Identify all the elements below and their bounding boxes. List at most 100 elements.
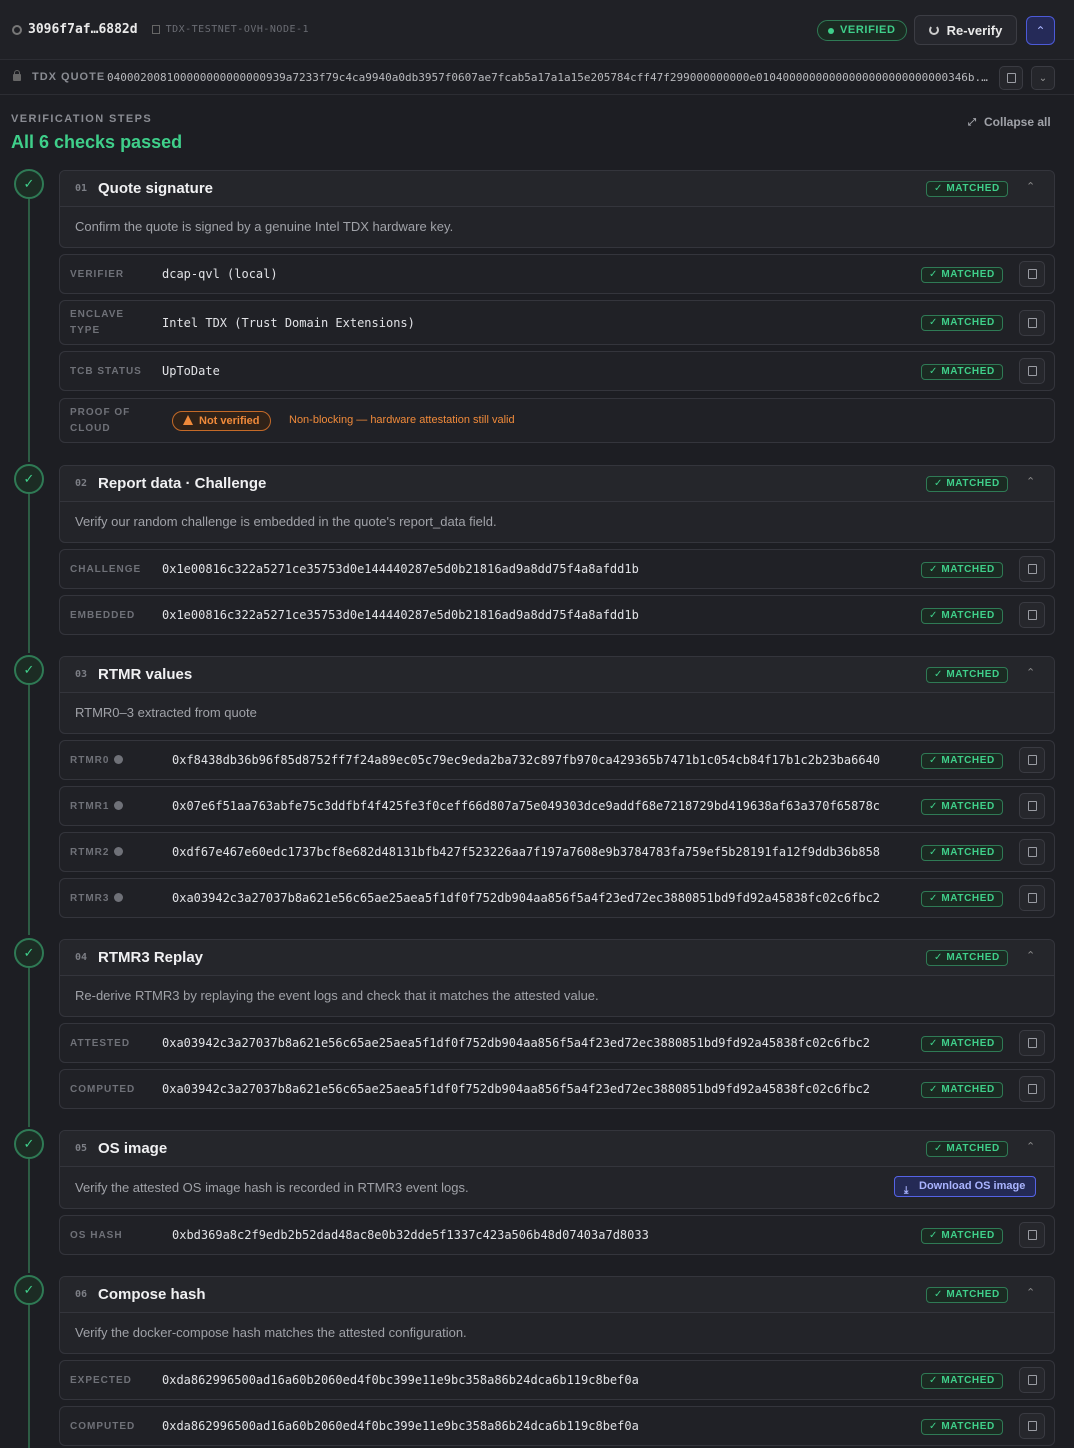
field-label: EXPECTED bbox=[70, 1375, 132, 1386]
matched-badge: ✓ MATCHED bbox=[921, 799, 1003, 815]
node-name: TDX-TESTNET-OVH-NODE-1 bbox=[165, 24, 310, 35]
copy-icon bbox=[1027, 1038, 1037, 1048]
matched-badge: ✓ MATCHED bbox=[926, 476, 1008, 492]
field-value: 0x1e00816c322a5271ce35753d0e144440287e5d… bbox=[162, 562, 639, 576]
field-value: UpToDate bbox=[162, 364, 220, 378]
chevron-up-icon[interactable]: ⌃ bbox=[1026, 666, 1038, 680]
copy-button[interactable] bbox=[1019, 793, 1045, 819]
not-verified-pill: Not verified bbox=[172, 411, 271, 431]
info-icon[interactable] bbox=[114, 893, 124, 902]
step-number: 02 bbox=[75, 478, 88, 489]
copy-button[interactable] bbox=[1019, 1030, 1045, 1056]
field-row-os-hash: OS HASH 0xbd369a8c2f9edb2b52dad48ac8e0b3… bbox=[59, 1215, 1055, 1255]
copy-button[interactable] bbox=[1019, 1222, 1045, 1248]
copy-button[interactable] bbox=[1019, 261, 1045, 287]
warning-icon bbox=[183, 415, 193, 425]
copy-button[interactable] bbox=[1019, 602, 1045, 628]
copy-icon bbox=[1027, 755, 1037, 765]
step-header[interactable]: 06 Compose hash ✓ MATCHED ⌃ bbox=[60, 1277, 1054, 1313]
copy-button[interactable] bbox=[1019, 1413, 1045, 1439]
rtmr-label: RTMR0 bbox=[70, 755, 110, 766]
field-value: 0xa03942c3a27037b8a621e56c65ae25aea5f1df… bbox=[172, 891, 881, 905]
chevron-up-icon[interactable]: ⌃ bbox=[1026, 1286, 1038, 1300]
reverify-button[interactable]: Re-verify bbox=[914, 15, 1017, 45]
matched-badge: ✓ MATCHED bbox=[926, 950, 1008, 966]
field-row-rtmr0: RTMR0 0xf8438db36b96f85d8752ff7f24a89ec0… bbox=[59, 740, 1055, 780]
info-icon[interactable] bbox=[114, 847, 124, 856]
verified-badge: VERIFIED bbox=[817, 20, 907, 41]
field-value: 0xa03942c3a27037b8a621e56c65ae25aea5f1df… bbox=[162, 1036, 871, 1050]
field-value: 0xbd369a8c2f9edb2b52dad48ac8e0b32dde5f13… bbox=[172, 1228, 649, 1242]
field-label: ENCLAVE TYPE bbox=[70, 309, 125, 336]
copy-icon bbox=[1027, 564, 1037, 574]
field-value: 0x1e00816c322a5271ce35753d0e144440287e5d… bbox=[162, 608, 639, 622]
step-title: RTMR3 Replay bbox=[98, 949, 204, 966]
field-label: TCB STATUS bbox=[70, 366, 142, 377]
matched-badge: ✓ MATCHED bbox=[926, 1141, 1008, 1157]
copy-icon bbox=[1027, 269, 1037, 279]
field-label: EMBEDDED bbox=[70, 610, 136, 621]
timeline-connector bbox=[28, 1305, 30, 1448]
step-header[interactable]: 02 Report data · Challenge ✓ MATCHED ⌃ bbox=[60, 466, 1054, 502]
copy-button[interactable] bbox=[1019, 310, 1045, 336]
copy-button[interactable] bbox=[1019, 839, 1045, 865]
matched-badge: ✓ MATCHED bbox=[921, 562, 1003, 578]
chevron-up-icon: ⌃ bbox=[1035, 23, 1046, 38]
collapse-all-button[interactable]: ⤢ Collapse all bbox=[968, 115, 1051, 129]
chevron-up-icon[interactable]: ⌃ bbox=[1026, 1140, 1038, 1154]
info-icon[interactable] bbox=[114, 755, 124, 764]
download-os-image-button[interactable]: ⤓ Download OS image bbox=[894, 1176, 1037, 1197]
matched-badge: ✓ MATCHED bbox=[926, 181, 1008, 197]
chevron-up-icon[interactable]: ⌃ bbox=[1026, 180, 1038, 194]
not-verified-label: Not verified bbox=[199, 415, 260, 427]
matched-badge: ✓ MATCHED bbox=[921, 608, 1003, 624]
step-title: Report data · Challenge bbox=[98, 475, 267, 492]
proof-note: Non-blocking — hardware attestation stil… bbox=[289, 414, 515, 426]
step-title: Quote signature bbox=[98, 180, 214, 197]
field-label: RTMR0 bbox=[70, 753, 124, 769]
step-header[interactable]: 04 RTMR3 Replay ✓ MATCHED ⌃ bbox=[60, 940, 1054, 976]
download-icon: ⤓ bbox=[904, 1185, 909, 1196]
copy-button[interactable] bbox=[1019, 358, 1045, 384]
copy-quote-button[interactable] bbox=[999, 66, 1023, 90]
expand-quote-button[interactable]: ⌄ bbox=[1031, 66, 1055, 90]
step-check-icon: ✓ bbox=[14, 655, 44, 685]
field-row-rtmr1: RTMR1 0x07e6f51aa763abfe75c3ddfbf4f425fe… bbox=[59, 786, 1055, 826]
collapse-panel-button[interactable]: ⌃ bbox=[1026, 16, 1055, 45]
lock-icon bbox=[13, 70, 21, 81]
copy-button[interactable] bbox=[1019, 1076, 1045, 1102]
chevron-up-icon[interactable]: ⌃ bbox=[1026, 949, 1038, 963]
field-row-expected: EXPECTED 0xda862996500ad16a60b2060ed4f0b… bbox=[59, 1360, 1055, 1400]
field-label: RTMR1 bbox=[70, 799, 124, 815]
step-header[interactable]: 05 OS image ✓ MATCHED ⌃ bbox=[60, 1131, 1054, 1167]
copy-button[interactable] bbox=[1019, 556, 1045, 582]
step-header[interactable]: 01 Quote signature ✓ MATCHED ⌃ bbox=[60, 171, 1054, 207]
step-title: OS image bbox=[98, 1140, 168, 1157]
node-header: 3096f7af…6882d TDX-TESTNET-OVH-NODE-1 VE… bbox=[0, 0, 1074, 60]
field-label: RTMR2 bbox=[70, 845, 124, 861]
step-card-rtmr-values: 03 RTMR values ✓ MATCHED ⌃ RTMR0–3 extra… bbox=[59, 656, 1055, 734]
step-card-compose-hash: 06 Compose hash ✓ MATCHED ⌃ Verify the d… bbox=[59, 1276, 1055, 1354]
matched-badge: ✓ MATCHED bbox=[921, 753, 1003, 769]
matched-badge: ✓ MATCHED bbox=[921, 1036, 1003, 1052]
copy-button[interactable] bbox=[1019, 1367, 1045, 1393]
refresh-icon bbox=[928, 25, 939, 35]
step-check-icon: ✓ bbox=[14, 938, 44, 968]
copy-button[interactable] bbox=[1019, 747, 1045, 773]
steps-title: VERIFICATION STEPS bbox=[11, 113, 153, 125]
info-icon[interactable] bbox=[114, 801, 124, 810]
step-header[interactable]: 03 RTMR values ✓ MATCHED ⌃ bbox=[60, 657, 1054, 693]
chevron-up-icon[interactable]: ⌃ bbox=[1026, 475, 1038, 489]
field-label: OS HASH bbox=[70, 1230, 123, 1241]
field-row-attested: ATTESTED 0xa03942c3a27037b8a621e56c65ae2… bbox=[59, 1023, 1055, 1063]
matched-badge: ✓ MATCHED bbox=[921, 1082, 1003, 1098]
quote-value[interactable]: 040002008100000000000000939a7233f79c4ca9… bbox=[107, 71, 992, 84]
step-check-icon: ✓ bbox=[14, 1129, 44, 1159]
quote-label: TDX QUOTE bbox=[32, 71, 106, 83]
copy-icon bbox=[1027, 610, 1037, 620]
field-row-challenge: CHALLENGE 0x1e00816c322a5271ce35753d0e14… bbox=[59, 549, 1055, 589]
copy-icon bbox=[1027, 1084, 1037, 1094]
copy-button[interactable] bbox=[1019, 885, 1045, 911]
matched-badge: ✓ MATCHED bbox=[921, 1228, 1003, 1244]
field-row-tcb-status: TCB STATUS UpToDate ✓ MATCHED bbox=[59, 351, 1055, 391]
